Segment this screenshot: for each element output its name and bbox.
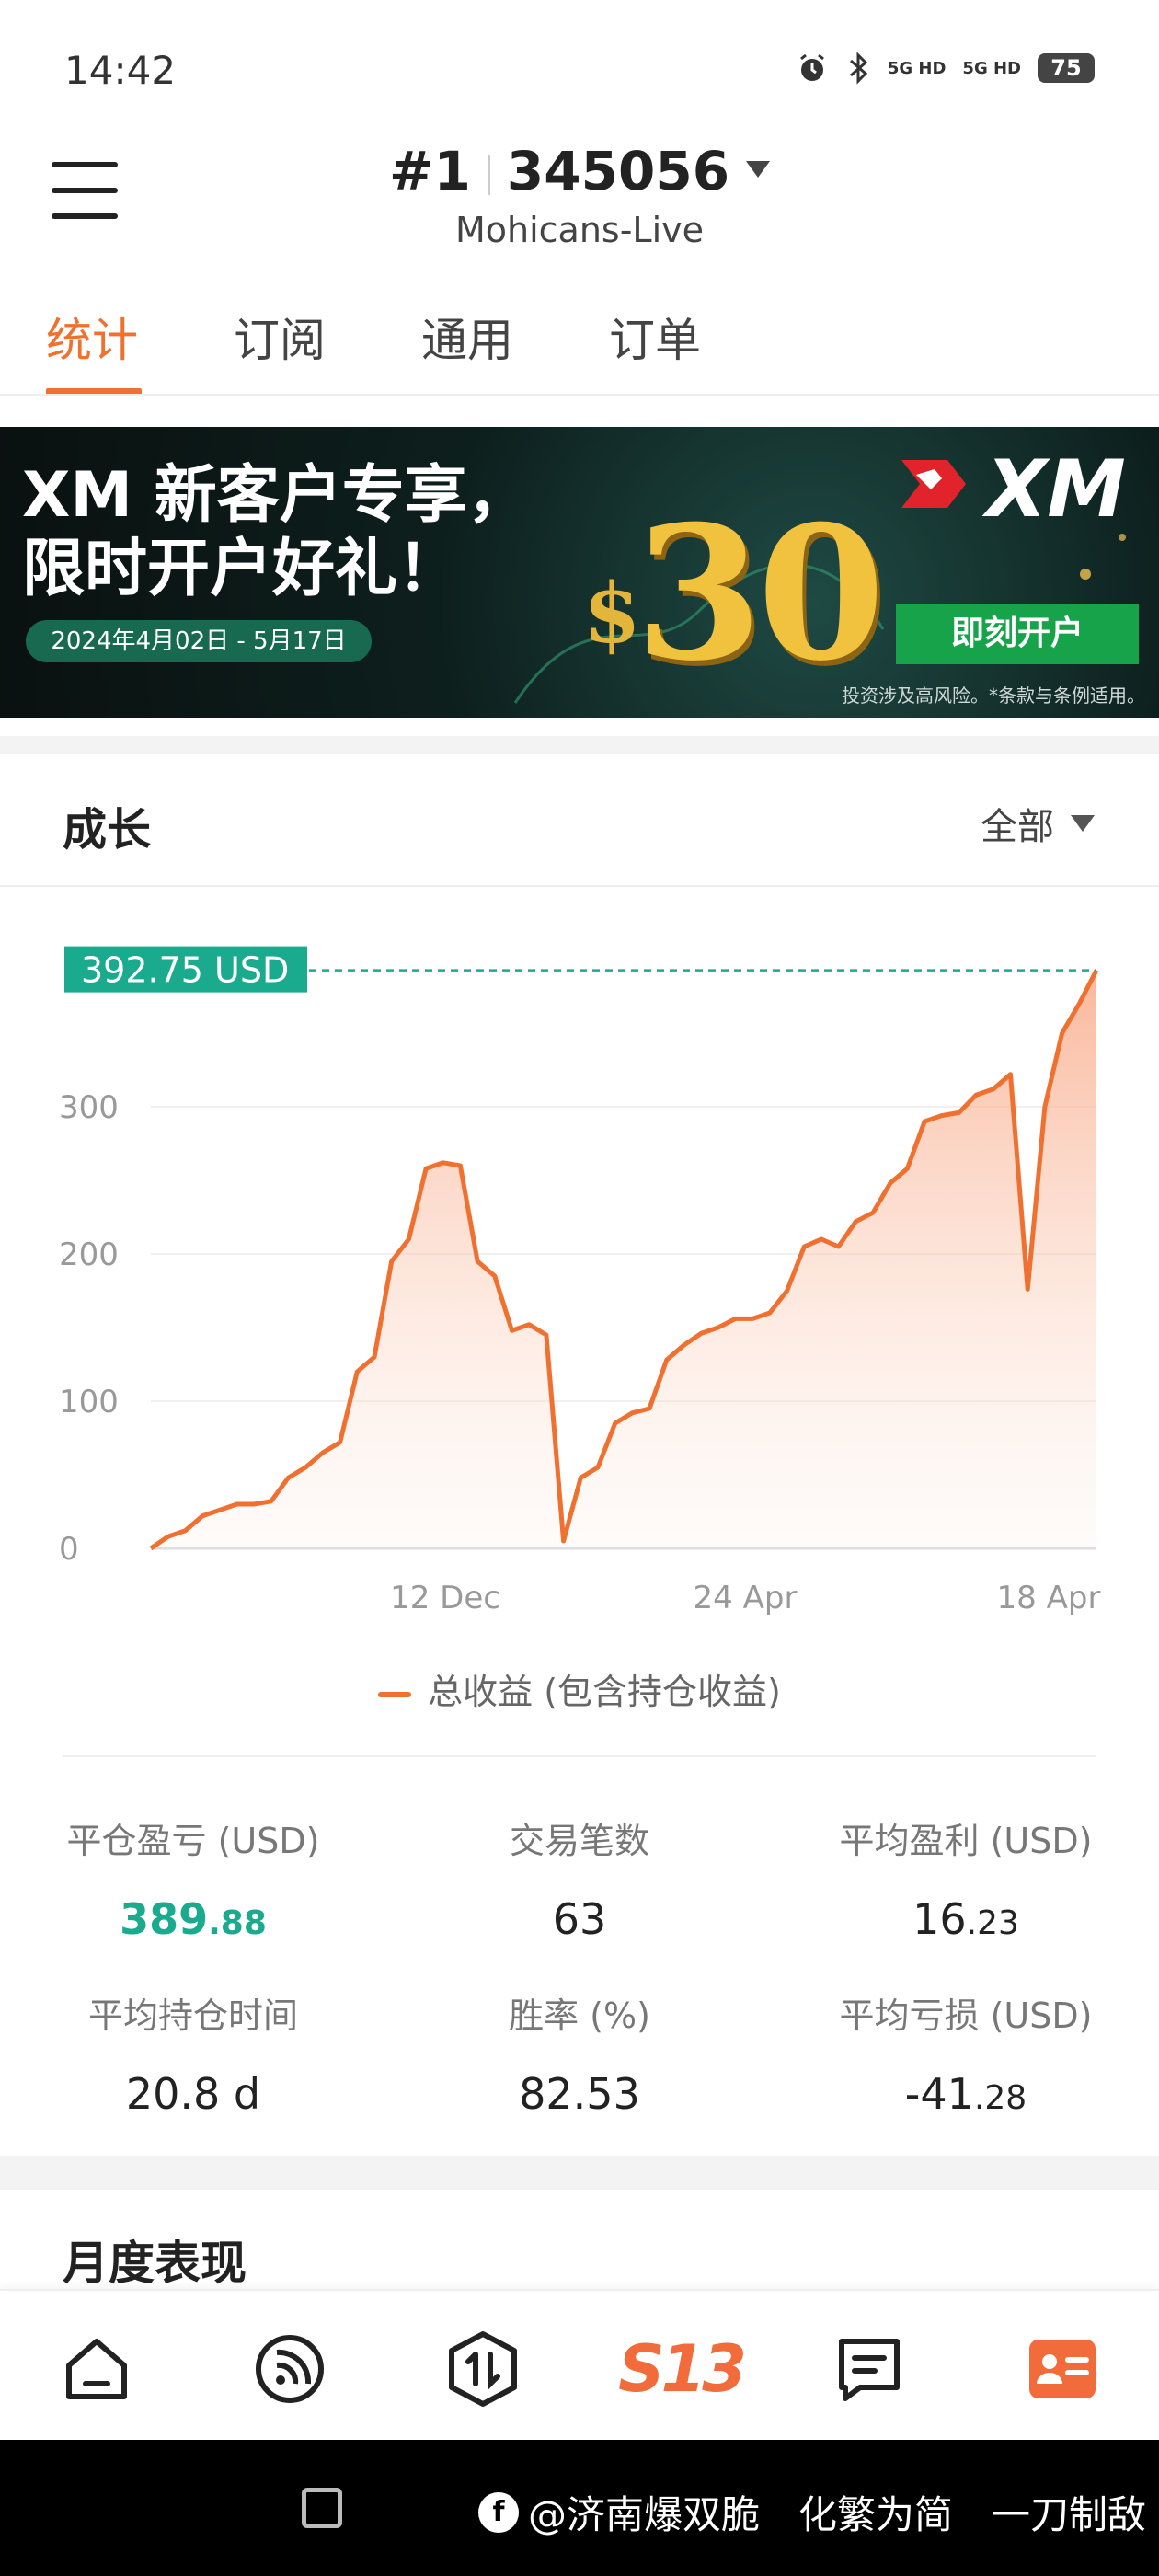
promo-banner[interactable]: XM 新客户专享， 限时开户好礼！ 2024年4月02日 - 5月17日 $ 3… [0,427,1159,718]
stat-value-frac: .88 [208,1904,267,1942]
stat-value: -41.28 [773,2069,1159,2119]
tab-bar: 统计 订阅 通用 订单 [46,304,797,396]
current-value-label: 392.75 USD [81,950,289,991]
x-tick-label: 12 Dec [390,1580,500,1616]
account-server: Mohicans-Live [454,210,705,250]
bottom-nav: S13 [0,2289,1159,2440]
trade-icon [449,2331,517,2407]
chart-legend: 总收益 (包含持仓收益) [0,1663,1159,1714]
stat-value: 389.88 [0,1894,386,1944]
nav-trade[interactable] [442,2328,524,2410]
x-tick-label: 18 Apr [997,1580,1101,1616]
banner-brand: XM [986,443,1126,535]
watermark: f @济南爆双脆 化繁为简 一刀制敌 [478,2484,1146,2540]
monthly-performance-title: 月度表现 [63,2237,247,2290]
growth-period-selector[interactable]: 全部 [981,797,1095,850]
watermark-text: @济南爆双脆 化繁为简 一刀制敌 [528,2492,1147,2537]
account-number: 345056 [506,140,730,202]
account-separator [487,154,490,195]
tab-statistics[interactable]: 统计 [46,304,234,396]
social-logo-icon: f [478,2491,519,2533]
stats-divider [63,1755,1096,1757]
battery-icon: 75 [1038,53,1095,83]
recent-apps-button[interactable] [302,2488,342,2528]
status-icons: 5G HD 5G HD 75 [796,52,1095,85]
stat-value-int: 389 [120,1894,209,1944]
stat-value-frac: .23 [966,1904,1019,1942]
account-selector[interactable]: #1 345056 [0,140,1159,202]
growth-divider [0,885,1159,887]
stat-value-int: 16 [912,1894,967,1944]
stat-label: 交易笔数 [509,1821,649,1861]
stat-label: 平仓盈亏 (USD) [66,1821,320,1861]
stat-avg-profit: 平均盈利 (USD) 16.23 [773,1812,1159,1944]
growth-title: 成长 [63,804,152,856]
home-icon [66,2339,127,2399]
status-time: 14:42 [64,48,177,93]
signal-icon-1: 5G HD [888,58,947,79]
profile-card-icon [1029,2340,1096,2398]
network-label-2: 5G HD [962,58,1021,78]
y-tick-label: 0 [59,1531,79,1568]
chevron-down-icon [1071,815,1095,832]
growth-chart[interactable]: 0 100 200 300 392.75 USD 12 Dec 24 Apr 18 Apr [0,920,1159,1638]
stat-label: 平均盈利 (USD) [839,1821,1093,1861]
account-prefix: #1 [388,140,471,202]
feed-icon [256,2335,324,2403]
y-tick-label: 200 [59,1236,119,1273]
bluetooth-icon [849,52,868,85]
stat-value-int: 63 [552,1894,607,1944]
banner-headline-2: 限时开户好礼！ [22,533,461,605]
stat-value-int: 20.8 d [125,2069,261,2119]
stat-trade-count: 交易笔数 63 [386,1812,773,1944]
section-gap [0,736,1159,754]
stat-value: 20.8 d [0,2069,386,2119]
banner-amount: 30 [635,486,885,702]
y-tick-label: 100 [59,1384,119,1420]
legend-swatch [378,1691,412,1697]
tabs-divider [0,394,1159,396]
chevron-down-icon [746,160,771,178]
stat-closed-pnl: 平仓盈亏 (USD) 389.88 [0,1812,386,1944]
legend-label: 总收益 (包含持仓收益) [428,1672,781,1712]
tab-subscribe[interactable]: 订阅 [234,304,421,396]
nav-profile[interactable] [1021,2328,1104,2410]
nav-home[interactable] [55,2328,138,2410]
stat-label: 胜率 (%) [509,1995,650,2036]
stat-value: 82.53 [386,2069,773,2119]
message-icon [839,2339,900,2401]
x-tick-label: 24 Apr [694,1580,798,1616]
alarm-icon [799,53,824,81]
stat-avg-hold-time: 平均持仓时间 20.8 d [0,1987,386,2119]
tab-general[interactable]: 通用 [421,304,609,396]
nav-s13[interactable]: S13 [618,2328,747,2410]
open-account-button[interactable]: 即刻开户 [896,604,1139,664]
growth-period-label: 全部 [981,806,1054,848]
section-gap [0,2156,1159,2190]
y-tick-label: 300 [59,1089,119,1126]
banner-disclaimer: 投资涉及高风险。*条款与条例适用。 [842,684,1145,707]
stat-value: 63 [386,1894,773,1944]
stat-value-int: 82.53 [519,2069,640,2119]
banner-currency: $ [583,565,641,662]
banner-date: 2024年4月02日 - 5月17日 [26,620,372,662]
growth-area [151,970,1096,1548]
stat-win-rate: 胜率 (%) 82.53 [386,1987,773,2119]
tab-orders[interactable]: 订单 [609,304,797,396]
stat-value-frac: .28 [973,2079,1027,2117]
stat-value-int: -41 [904,2069,974,2119]
stat-label: 平均亏损 (USD) [839,1995,1093,2036]
stat-value: 16.23 [773,1894,1159,1944]
stat-label: 平均持仓时间 [87,1995,298,2036]
stat-avg-loss: 平均亏损 (USD) -41.28 [773,1987,1159,2119]
signal-icon-2: 5G HD [962,58,1021,79]
nav-feed[interactable] [248,2328,331,2410]
network-label-1: 5G HD [887,58,947,78]
nav-messages[interactable] [828,2328,911,2410]
s13-logo: S13 [618,2331,747,2407]
